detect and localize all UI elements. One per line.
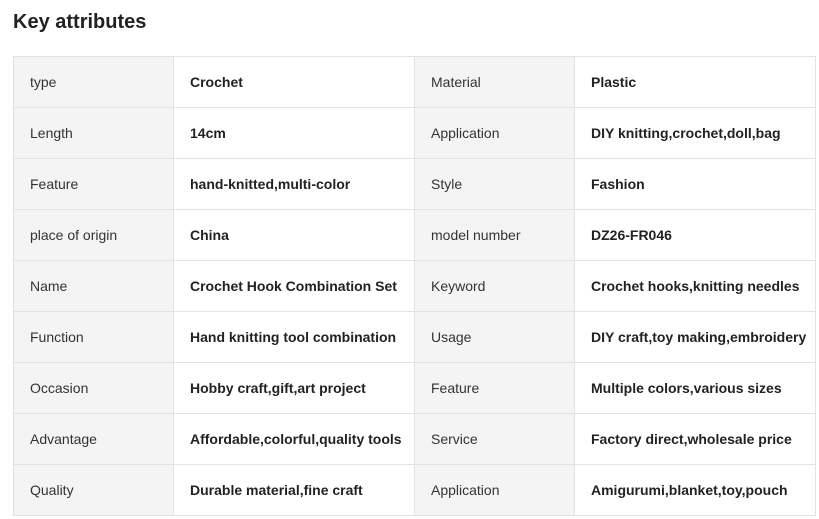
table-row: Occasion Hobby craft,gift,art project Fe…	[13, 362, 816, 414]
table-row: Feature hand-knitted,multi-color Style F…	[13, 158, 816, 210]
table-row: Advantage Affordable,colorful,quality to…	[13, 413, 816, 465]
attribute-value: Affordable,colorful,quality tools	[173, 413, 415, 465]
attribute-key: Length	[13, 107, 174, 159]
attribute-value: Fashion	[574, 158, 816, 210]
attribute-key: Usage	[414, 311, 575, 363]
attribute-value: Plastic	[574, 56, 816, 108]
attribute-key: Feature	[414, 362, 575, 414]
attribute-value: Factory direct,wholesale price	[574, 413, 816, 465]
attribute-value: Crochet hooks,knitting needles	[574, 260, 816, 312]
attribute-key: type	[13, 56, 174, 108]
attribute-value: Hand knitting tool combination	[173, 311, 415, 363]
table-row: type Crochet Material Plastic	[13, 56, 816, 108]
attribute-value: hand-knitted,multi-color	[173, 158, 415, 210]
attribute-value: Hobby craft,gift,art project	[173, 362, 415, 414]
attribute-key: Advantage	[13, 413, 174, 465]
attribute-value: Multiple colors,various sizes	[574, 362, 816, 414]
attribute-key: Occasion	[13, 362, 174, 414]
attribute-key: Name	[13, 260, 174, 312]
key-attributes-table: type Crochet Material Plastic Length 14c…	[13, 56, 816, 516]
attribute-key: Keyword	[414, 260, 575, 312]
attribute-value: DIY craft,toy making,embroidery	[574, 311, 816, 363]
attribute-key: place of origin	[13, 209, 174, 261]
attribute-value: 14cm	[173, 107, 415, 159]
attribute-key: Application	[414, 107, 575, 159]
attribute-value: Amigurumi,blanket,toy,pouch	[574, 464, 816, 516]
attribute-key: Service	[414, 413, 575, 465]
table-row: Function Hand knitting tool combination …	[13, 311, 816, 363]
attribute-value: Crochet	[173, 56, 415, 108]
attribute-value: DZ26-FR046	[574, 209, 816, 261]
attribute-key: Function	[13, 311, 174, 363]
attribute-value: China	[173, 209, 415, 261]
attribute-value: DIY knitting,crochet,doll,bag	[574, 107, 816, 159]
table-row: Quality Durable material,fine craft Appl…	[13, 464, 816, 516]
table-row: Length 14cm Application DIY knitting,cro…	[13, 107, 816, 159]
attribute-key: Quality	[13, 464, 174, 516]
attribute-key: model number	[414, 209, 575, 261]
attribute-key: Application	[414, 464, 575, 516]
table-row: place of origin China model number DZ26-…	[13, 209, 816, 261]
section-title: Key attributes	[13, 11, 147, 33]
key-attributes-table-body: type Crochet Material Plastic Length 14c…	[13, 56, 816, 516]
attribute-value: Crochet Hook Combination Set	[173, 260, 415, 312]
table-row: Name Crochet Hook Combination Set Keywor…	[13, 260, 816, 312]
attribute-key: Feature	[13, 158, 174, 210]
attribute-value: Durable material,fine craft	[173, 464, 415, 516]
attribute-key: Material	[414, 56, 575, 108]
attribute-key: Style	[414, 158, 575, 210]
